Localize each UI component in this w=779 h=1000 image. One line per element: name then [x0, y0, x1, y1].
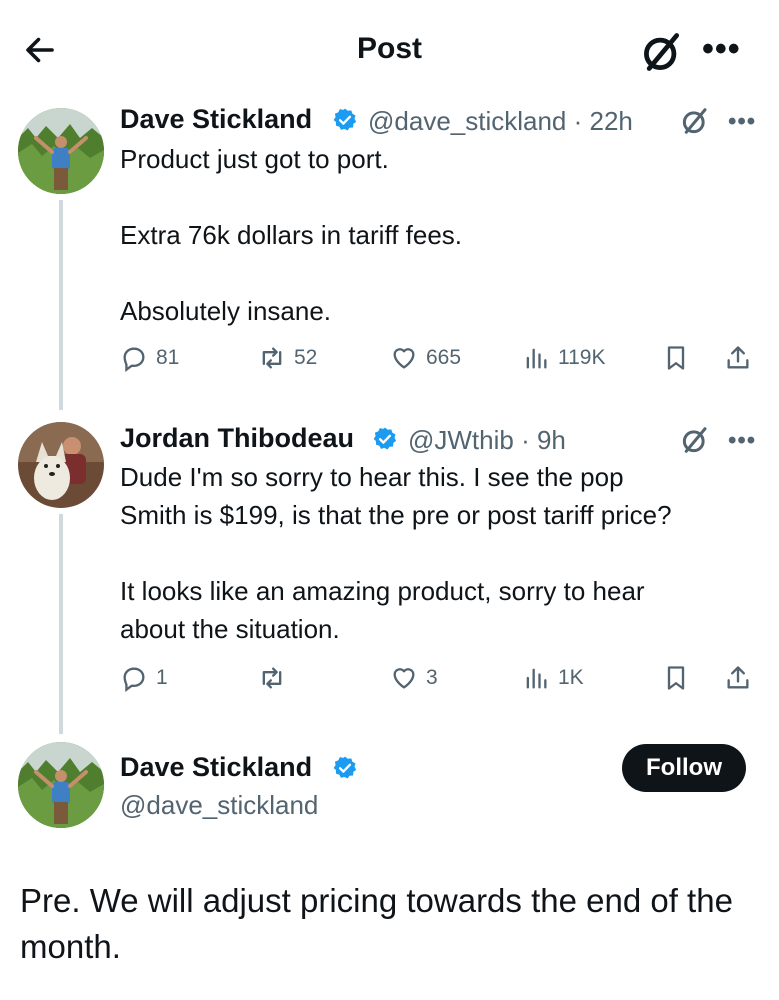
bookmark-icon[interactable]	[662, 343, 690, 373]
avatar[interactable]	[18, 422, 104, 508]
like-count: 3	[426, 666, 438, 689]
avatar[interactable]	[18, 108, 104, 194]
views-icon	[526, 668, 547, 689]
tweet-meta: @JWthib · 9h	[408, 425, 566, 456]
reply-button[interactable]: 1	[120, 663, 168, 693]
tweet-text: Dude I'm so sorry to hear this. I see th…	[120, 462, 672, 644]
views-button[interactable]: 119K	[522, 343, 606, 373]
view-count: 119K	[558, 346, 606, 369]
grok-icon[interactable]	[680, 106, 710, 136]
share-icon[interactable]	[724, 663, 752, 693]
author-handle[interactable]: @dave_stickland	[120, 790, 318, 821]
views-icon	[526, 348, 547, 369]
like-button[interactable]: 3	[390, 663, 438, 693]
like-button[interactable]: 665	[390, 343, 461, 373]
top-bar: Post •••	[0, 0, 779, 100]
separator-dot: ·	[513, 425, 537, 455]
like-count: 665	[426, 346, 462, 369]
heart-icon	[393, 668, 415, 689]
repost-icon	[262, 667, 282, 689]
reply-count: 1	[156, 666, 168, 689]
reply-count: 81	[156, 346, 180, 369]
view-count: 1K	[558, 666, 584, 689]
views-button[interactable]: 1K	[522, 663, 584, 693]
post-text: Pre. We will adjust pricing towards the …	[20, 882, 733, 965]
more-options-icon[interactable]: •••	[728, 427, 756, 455]
more-options-icon[interactable]: •••	[728, 108, 756, 136]
author-handle[interactable]: @JWthib	[408, 425, 514, 455]
grok-icon[interactable]	[640, 30, 684, 74]
author-handle[interactable]: @dave_stickland	[368, 106, 566, 136]
timestamp[interactable]: 22h	[590, 106, 633, 136]
author-name[interactable]: Dave Stickland	[120, 104, 312, 135]
heart-icon	[393, 348, 415, 369]
verified-badge-icon	[333, 108, 357, 131]
follow-button[interactable]: Follow	[622, 744, 746, 792]
thread-line	[59, 514, 63, 734]
repost-button[interactable]: 52	[258, 343, 317, 373]
more-options-icon[interactable]: •••	[702, 32, 741, 66]
separator-dot: ·	[566, 106, 590, 136]
reply-button[interactable]: 81	[120, 343, 179, 373]
grok-icon[interactable]	[680, 425, 710, 455]
timestamp[interactable]: 9h	[537, 425, 566, 455]
avatar[interactable]	[18, 742, 104, 828]
verified-badge-icon	[373, 427, 397, 450]
repost-button[interactable]	[258, 663, 294, 693]
verified-badge-icon	[333, 756, 357, 779]
tweet-text: Product just got to port. Extra 76k doll…	[120, 144, 463, 326]
share-icon[interactable]	[724, 343, 752, 373]
tweet-meta: @dave_stickland · 22h	[368, 106, 633, 137]
reply-icon	[123, 347, 145, 372]
reply-icon	[123, 667, 145, 692]
thread-line	[59, 200, 63, 410]
bookmark-icon[interactable]	[662, 663, 690, 693]
author-name[interactable]: Dave Stickland	[120, 752, 312, 783]
author-name[interactable]: Jordan Thibodeau	[120, 423, 354, 454]
repost-icon	[262, 347, 282, 369]
repost-count: 52	[294, 346, 318, 369]
